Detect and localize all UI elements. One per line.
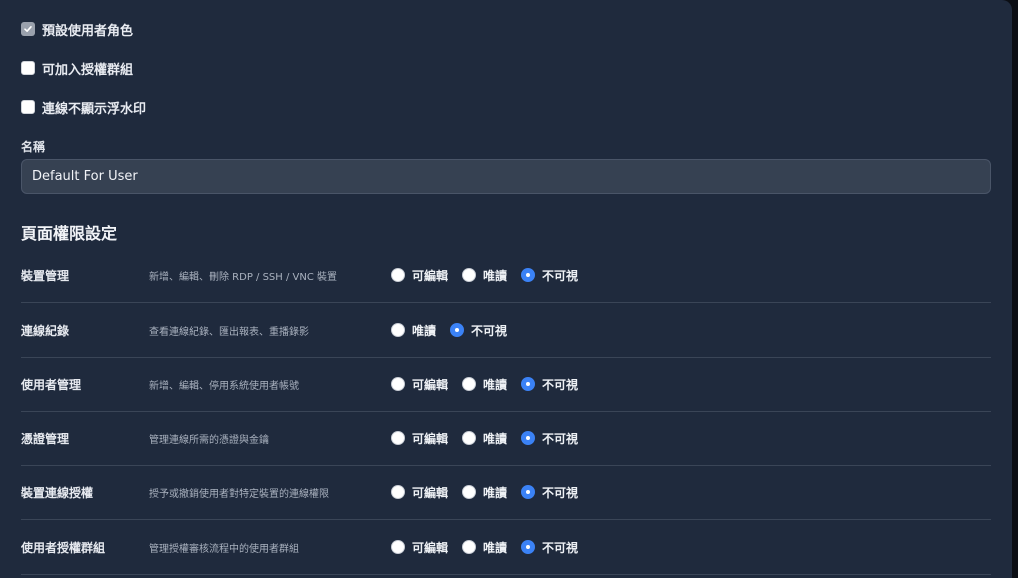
checkbox-unchecked-icon[interactable] — [21, 100, 35, 114]
radio-icon[interactable] — [391, 540, 405, 554]
perm-row-credential-management: 憑證管理 管理連線所需的憑證與金鑰 可編輯 唯讀 不可視 — [21, 411, 991, 466]
perm-desc: 查看連線紀錄、匯出報表、重播錄影 — [149, 326, 309, 338]
option-editable[interactable]: 可編輯 — [391, 484, 448, 501]
option-label: 可編輯 — [412, 268, 449, 283]
option-label: 唯讀 — [483, 377, 508, 392]
option-editable[interactable]: 可編輯 — [391, 267, 448, 284]
radio-selected-icon[interactable] — [450, 323, 465, 337]
option-editable[interactable]: 可編輯 — [391, 376, 448, 393]
option-hidden[interactable]: 不可視 — [521, 267, 578, 284]
radio-icon[interactable] — [391, 485, 405, 499]
option-label: 唯讀 — [483, 540, 508, 555]
perm-desc: 授予或撤銷使用者對特定裝置的連線權限 — [149, 488, 329, 500]
radio-icon[interactable] — [462, 485, 477, 499]
perm-options: 可編輯 唯讀 不可視 — [391, 248, 592, 302]
option-label: 可編輯 — [412, 377, 449, 392]
perm-options: 可編輯 唯讀 不可視 — [391, 411, 592, 465]
perm-name: 使用者授權群組 — [21, 540, 106, 555]
radio-icon[interactable] — [462, 377, 477, 391]
option-hidden[interactable]: 不可視 — [521, 430, 578, 447]
radio-icon[interactable] — [391, 268, 405, 282]
radio-icon[interactable] — [391, 431, 405, 445]
perm-name: 裝置連線授權 — [21, 485, 94, 500]
perm-desc: 新增、編輯、停用系統使用者帳號 — [149, 380, 299, 392]
option-label: 不可視 — [542, 540, 579, 555]
option-label: 可編輯 — [412, 431, 449, 446]
option-label: 可編輯 — [412, 485, 449, 500]
checkbox-label: 預設使用者角色 — [42, 23, 134, 39]
option-readonly[interactable]: 唯讀 — [462, 376, 507, 393]
perm-row-device-management: 裝置管理 新增、編輯、刪除 RDP / SSH / VNC 裝置 可編輯 唯讀 … — [21, 248, 991, 303]
option-editable[interactable]: 可編輯 — [391, 539, 448, 556]
option-hidden[interactable]: 不可視 — [521, 539, 578, 556]
perm-row-user-management: 使用者管理 新增、編輯、停用系統使用者帳號 可編輯 唯讀 不可視 — [21, 357, 991, 412]
option-readonly[interactable]: 唯讀 — [462, 430, 507, 447]
option-hidden[interactable]: 不可視 — [521, 376, 578, 393]
option-label: 唯讀 — [483, 431, 508, 446]
radio-icon[interactable] — [462, 540, 477, 554]
section-title: 頁面權限設定 — [21, 224, 118, 243]
perm-name: 使用者管理 — [21, 377, 82, 392]
option-hidden[interactable]: 不可視 — [521, 484, 578, 501]
radio-icon[interactable] — [391, 377, 405, 391]
perm-options: 可編輯 唯讀 不可視 — [391, 465, 592, 519]
radio-icon[interactable] — [462, 268, 477, 282]
radio-icon[interactable] — [391, 323, 405, 337]
option-readonly[interactable]: 唯讀 — [462, 539, 507, 556]
radio-selected-icon[interactable] — [521, 377, 536, 391]
option-label: 可編輯 — [412, 540, 449, 555]
perm-name: 連線紀錄 — [21, 323, 70, 338]
perm-row-user-auth-group: 使用者授權群組 管理授權審核流程中的使用者群組 可編輯 唯讀 不可視 — [21, 520, 991, 575]
option-readonly[interactable]: 唯讀 — [462, 484, 507, 501]
checkbox-can-join-auth-group[interactable]: 可加入授權群組 — [21, 60, 134, 78]
name-field-label: 名稱 — [21, 140, 46, 154]
checkbox-label: 可加入授權群組 — [42, 62, 134, 78]
window-edge — [1012, 0, 1018, 578]
perm-options: 可編輯 唯讀 不可視 — [391, 357, 592, 411]
radio-selected-icon[interactable] — [521, 268, 536, 282]
role-settings-panel: 預設使用者角色 可加入授權群組 連線不顯示浮水印 名稱 Default For … — [0, 0, 1012, 578]
perm-desc: 新增、編輯、刪除 RDP / SSH / VNC 裝置 — [149, 271, 338, 283]
checkbox-hide-watermark[interactable]: 連線不顯示浮水印 — [21, 99, 147, 117]
option-label: 不可視 — [542, 268, 579, 283]
checkbox-label: 連線不顯示浮水印 — [42, 101, 147, 117]
option-readonly[interactable]: 唯讀 — [462, 267, 507, 284]
perm-options: 可編輯 唯讀 不可視 — [391, 520, 592, 574]
option-label: 不可視 — [542, 377, 579, 392]
option-label: 唯讀 — [483, 485, 508, 500]
perm-name: 裝置管理 — [21, 268, 70, 283]
radio-icon[interactable] — [462, 431, 477, 445]
option-label: 不可視 — [542, 431, 579, 446]
radio-selected-icon[interactable] — [521, 431, 536, 445]
perm-row-device-connection-auth: 裝置連線授權 授予或撤銷使用者對特定裝置的連線權限 可編輯 唯讀 不可視 — [21, 465, 991, 520]
option-label: 不可視 — [542, 485, 579, 500]
option-label: 唯讀 — [483, 268, 508, 283]
perm-desc: 管理授權審核流程中的使用者群組 — [149, 543, 299, 555]
option-label: 唯讀 — [412, 323, 437, 338]
option-label: 不可視 — [471, 323, 508, 338]
checkbox-checked-icon[interactable] — [21, 22, 35, 36]
radio-selected-icon[interactable] — [521, 485, 536, 499]
checkbox-default-user-role[interactable]: 預設使用者角色 — [21, 21, 134, 39]
option-hidden[interactable]: 不可視 — [450, 322, 507, 339]
radio-selected-icon[interactable] — [521, 540, 536, 554]
option-editable[interactable]: 可編輯 — [391, 430, 448, 447]
checkbox-unchecked-icon[interactable] — [21, 61, 35, 75]
perm-desc: 管理連線所需的憑證與金鑰 — [149, 434, 269, 446]
perm-options: 唯讀 不可視 — [391, 303, 521, 357]
option-readonly[interactable]: 唯讀 — [391, 322, 436, 339]
perm-name: 憑證管理 — [21, 431, 70, 446]
name-input[interactable]: Default For User — [21, 159, 991, 194]
perm-row-connection-logs: 連線紀錄 查看連線紀錄、匯出報表、重播錄影 唯讀 不可視 — [21, 303, 991, 358]
